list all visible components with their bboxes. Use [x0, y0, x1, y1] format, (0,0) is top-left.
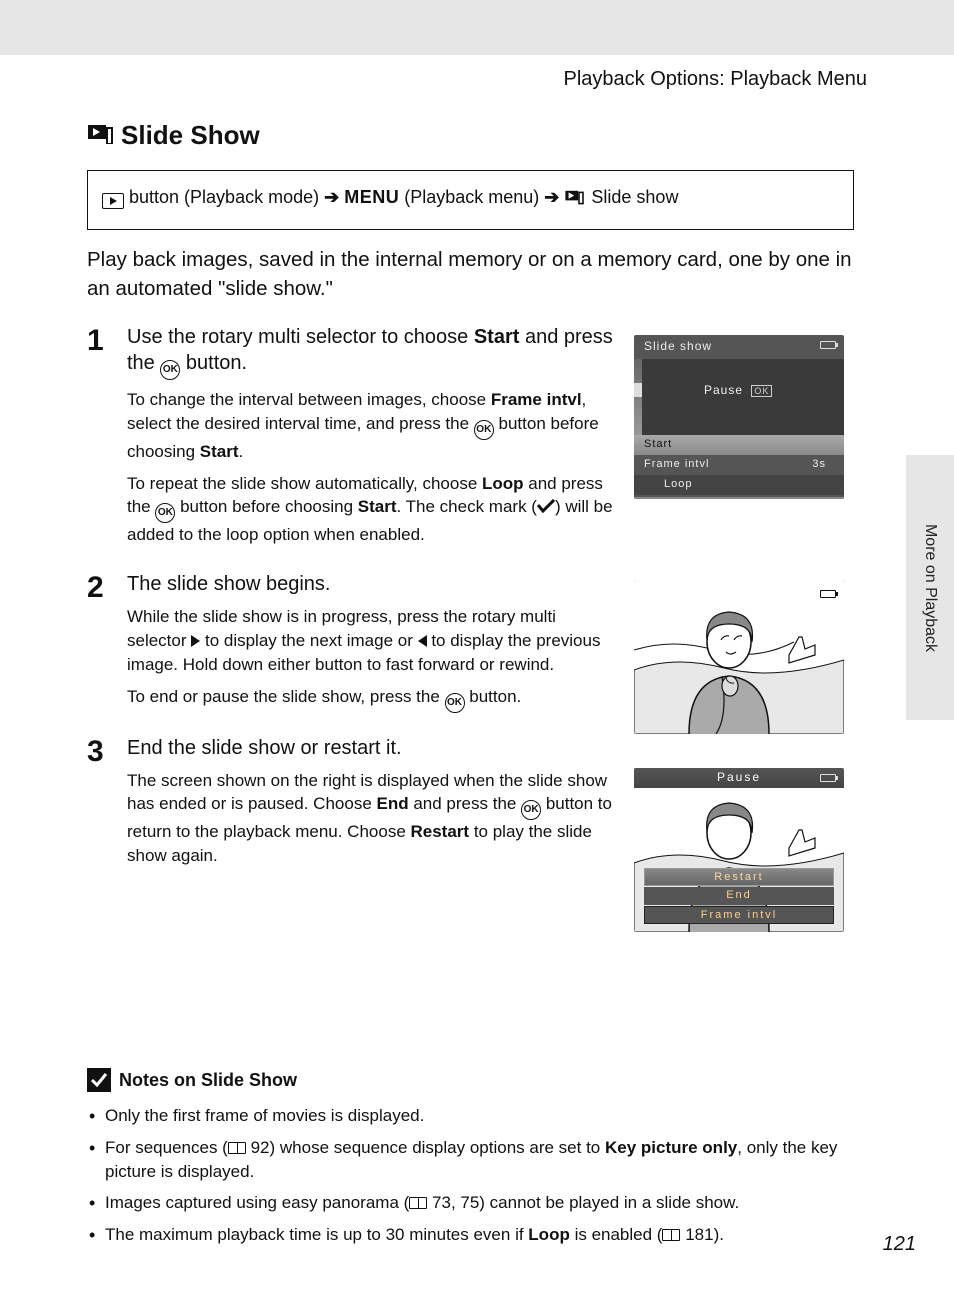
side-tab: More on Playback [906, 455, 954, 720]
text-bold: Key picture only [605, 1138, 737, 1157]
ok-box-icon: OK [751, 385, 772, 397]
page-ref: 92 [251, 1138, 270, 1157]
text: button. [465, 687, 522, 706]
breadcrumb-box: button (Playback mode) ➔ MENU (Playback … [87, 170, 854, 230]
text: button before choosing [175, 497, 357, 516]
text: ) whose sequence display options are set… [270, 1138, 605, 1157]
text: button. [180, 352, 247, 374]
lcd1-title: Slide show [644, 339, 712, 353]
breadcrumb-part2: (Playback menu) [399, 187, 544, 207]
text: The maximum playback time is up to 30 mi… [105, 1225, 528, 1244]
text-bold: Loop [482, 474, 524, 493]
text: . The check mark ( [397, 497, 537, 516]
ok-icon: OK [474, 420, 494, 440]
notes-check-icon [87, 1068, 111, 1092]
text: Only the first frame of movies is displa… [105, 1106, 424, 1125]
lcd3-frame-option: Frame intvl [644, 906, 834, 924]
step-1-para-2: To repeat the slide show automatically, … [127, 472, 617, 548]
text: Images captured using easy panorama ( [105, 1193, 409, 1212]
step-2-para-1: While the slide show is in progress, pre… [127, 605, 617, 676]
page-header: Playback Options: Playback Menu [87, 68, 867, 91]
lcd1-start-row: Start [634, 435, 844, 455]
left-arrow-icon [418, 635, 427, 647]
step-1-heading: Use the rotary multi selector to choose … [127, 324, 617, 380]
breadcrumb-part3: Slide show [586, 187, 678, 207]
sample-photo-illustration [634, 580, 844, 734]
lcd1-frame-row: Frame intvl3s [634, 455, 844, 475]
note-item: Only the first frame of movies is displa… [87, 1104, 854, 1128]
slideshow-title-icon [87, 120, 113, 151]
text-bold: Start [474, 326, 520, 348]
arrow-icon: ➔ [544, 187, 559, 207]
page-number: 121 [883, 1233, 916, 1256]
step-1-para-1: To change the interval between images, c… [127, 388, 617, 464]
text-bold: End [377, 794, 409, 813]
slideshow-icon [564, 190, 586, 211]
text: For sequences ( [105, 1138, 228, 1157]
page-ref: 73, 75 [432, 1193, 479, 1212]
top-gray-bar [0, 0, 954, 55]
page-ref-icon [228, 1142, 246, 1154]
checkmark-icon [537, 499, 555, 513]
playback-button-icon [102, 193, 124, 209]
page-ref: 181 [685, 1225, 713, 1244]
step-number: 3 [87, 735, 127, 868]
menu-label: MENU [344, 187, 399, 207]
lcd3-restart-option: Restart [644, 868, 834, 886]
ok-icon: OK [445, 693, 465, 713]
ok-icon: OK [160, 360, 180, 380]
ok-icon: OK [155, 503, 175, 523]
battery-icon [820, 341, 836, 349]
lcd1-loop-row: Loop [634, 475, 844, 495]
lcd1-pause-label: Pause OK [704, 383, 772, 397]
note-item: Images captured using easy panorama ( 73… [87, 1191, 854, 1215]
step-number: 2 [87, 571, 127, 712]
side-tab-label: More on Playback [921, 523, 939, 651]
text: ) cannot be played in a slide show. [479, 1193, 739, 1212]
step-2-heading: The slide show begins. [127, 571, 617, 597]
page-ref-icon [662, 1229, 680, 1241]
right-arrow-icon [191, 635, 200, 647]
text-bold: Start [358, 497, 397, 516]
step-3-heading: End the slide show or restart it. [127, 735, 617, 761]
battery-icon [820, 590, 836, 598]
text: to display the next image or [200, 631, 417, 650]
lcd-slideshow-menu: Slide show Pause OK Start Frame intvl3s … [634, 335, 844, 499]
note-item: The maximum playback time is up to 30 mi… [87, 1223, 854, 1247]
section-title: Slide Show [87, 120, 260, 151]
battery-icon [820, 774, 836, 782]
notes-heading: Notes on Slide Show [87, 1068, 854, 1092]
page-ref-icon [409, 1197, 427, 1209]
lcd3-pause-header: Pause [634, 768, 844, 788]
step-2-para-2: To end or pause the slide show, press th… [127, 685, 617, 713]
notes-title: Notes on Slide Show [119, 1070, 297, 1091]
text: ). [714, 1225, 724, 1244]
text: To change the interval between images, c… [127, 390, 491, 409]
text: To end or pause the slide show, press th… [127, 687, 445, 706]
lcd3-end-option: End [644, 887, 834, 905]
text: is enabled ( [570, 1225, 663, 1244]
step-3-para-1: The screen shown on the right is display… [127, 769, 617, 868]
text: . [239, 442, 244, 461]
text: and press the [409, 794, 521, 813]
text-bold: Restart [411, 822, 470, 841]
section-title-text: Slide Show [121, 120, 260, 151]
arrow-icon: ➔ [324, 187, 339, 207]
text-bold: Start [200, 442, 239, 461]
text-bold: Frame intvl [491, 390, 582, 409]
note-item: For sequences ( 92) whose sequence displ… [87, 1136, 854, 1184]
lcd-pause-menu: Pause Restart End Frame intvl [634, 768, 844, 932]
text: Use the rotary multi selector to choose [127, 326, 474, 348]
notes-section: Notes on Slide Show Only the first frame… [87, 1068, 854, 1255]
intro-paragraph: Play back images, saved in the internal … [87, 246, 854, 303]
breadcrumb-part1: button (Playback mode) [124, 187, 324, 207]
text: To repeat the slide show automatically, … [127, 474, 482, 493]
step-number: 1 [87, 324, 127, 547]
lcd-slideshow-playing [634, 580, 844, 734]
text-bold: Loop [528, 1225, 570, 1244]
ok-icon: OK [521, 800, 541, 820]
